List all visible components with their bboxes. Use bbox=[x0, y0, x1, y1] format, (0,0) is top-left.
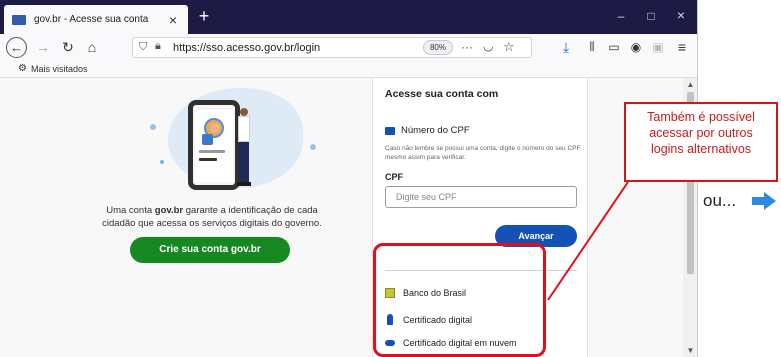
extension-icon[interactable]: ▣ bbox=[650, 39, 666, 55]
panel-title: Acesse sua conta com bbox=[385, 88, 499, 100]
cpf-field-label: CPF bbox=[385, 172, 403, 182]
arrow-right-icon bbox=[752, 192, 776, 210]
callout-line: logins alternativos bbox=[650, 142, 752, 156]
forward-button[interactable]: → bbox=[35, 39, 51, 55]
screenshot-root: gov.br - Acesse sua conta × + – □ × ← → … bbox=[0, 0, 781, 357]
tab-title: gov.br - Acesse sua conta bbox=[34, 14, 149, 25]
person-illustration bbox=[236, 108, 252, 188]
phone-illustration bbox=[188, 100, 240, 190]
screen-line bbox=[199, 158, 217, 161]
sidebar-icon[interactable]: ▭ bbox=[606, 39, 622, 55]
callout-line: acessar por outros bbox=[649, 126, 753, 140]
zoom-indicator[interactable]: 80% bbox=[423, 40, 453, 55]
govbr-description: Uma conta gov.br garante a identificação… bbox=[102, 205, 322, 229]
tab-close-icon[interactable]: × bbox=[166, 12, 180, 28]
bookmark-label: Mais visitados bbox=[30, 63, 88, 74]
scroll-down-icon[interactable]: ▼ bbox=[685, 346, 696, 355]
menu-icon[interactable]: ≡ bbox=[674, 39, 690, 55]
account-icon[interactable]: ◉ bbox=[628, 39, 644, 55]
close-window-button[interactable]: × bbox=[674, 8, 688, 22]
reload-button[interactable]: ↻ bbox=[60, 39, 76, 55]
callout-line: Também é possível bbox=[647, 110, 755, 124]
pocket-icon[interactable]: ◡ bbox=[483, 39, 493, 53]
scroll-up-icon[interactable]: ▲ bbox=[685, 80, 696, 89]
cpf-option-label: Número do CPF bbox=[401, 125, 470, 136]
downloads-icon[interactable]: ⤓ bbox=[558, 39, 574, 55]
maximize-button[interactable]: □ bbox=[644, 9, 658, 23]
home-button[interactable]: ⌂ bbox=[84, 39, 100, 55]
cpf-help-text: Caso não lembre se possui uma conta, dig… bbox=[385, 145, 581, 161]
create-account-button[interactable]: Crie sua conta gov.br bbox=[130, 237, 290, 263]
padlock-icon bbox=[202, 134, 213, 145]
alternative-logins-highlight bbox=[373, 243, 546, 357]
cpf-login-option[interactable]: Número do CPF bbox=[385, 125, 470, 136]
decor-dot bbox=[150, 124, 156, 130]
tab-bar: gov.br - Acesse sua conta × + – □ × bbox=[0, 0, 697, 34]
decor-dot bbox=[310, 144, 316, 150]
lock-icon[interactable]: 🔒︎ bbox=[155, 40, 161, 53]
screen-line bbox=[199, 150, 225, 153]
page-actions-more-icon[interactable]: ··· bbox=[461, 40, 473, 54]
govbr-favicon-icon bbox=[12, 14, 26, 25]
govbr-brand: gov.br bbox=[154, 205, 184, 216]
navigation-toolbar: ← → ↻ ⌂ ⛉ 🔒︎ https://sso.acesso.gov.br/l… bbox=[0, 34, 697, 61]
url-text[interactable]: https://sso.acesso.gov.br/login bbox=[173, 42, 320, 54]
bookmarks-toolbar: ⚙ Mais visitados bbox=[0, 61, 697, 78]
bookmark-star-icon[interactable]: ☆ bbox=[503, 39, 515, 55]
new-tab-button[interactable]: + bbox=[195, 7, 213, 25]
browser-window: gov.br - Acesse sua conta × + – □ × ← → … bbox=[0, 0, 698, 357]
decor-dot bbox=[160, 160, 164, 164]
id-card-icon bbox=[385, 126, 395, 135]
hero-illustration bbox=[150, 86, 320, 198]
library-icon[interactable]: ⫼ bbox=[584, 39, 600, 55]
minimize-button[interactable]: – bbox=[614, 9, 628, 23]
cpf-input[interactable] bbox=[385, 186, 577, 208]
phone-screen bbox=[195, 110, 233, 182]
bookmark-most-visited[interactable]: ⚙ Mais visitados bbox=[18, 63, 88, 74]
url-bar[interactable]: ⛉ 🔒︎ https://sso.acesso.gov.br/login 80%… bbox=[132, 37, 532, 58]
back-button[interactable]: ← bbox=[6, 37, 27, 58]
page-content: Uma conta gov.br garante a identificação… bbox=[0, 78, 697, 357]
browser-tab[interactable]: gov.br - Acesse sua conta × bbox=[4, 5, 188, 34]
gear-icon: ⚙ bbox=[18, 63, 27, 74]
annotation-callout: Também é possível acessar por outros log… bbox=[624, 102, 778, 182]
shield-icon[interactable]: ⛉ bbox=[139, 41, 147, 54]
ou-text: ou... bbox=[703, 191, 737, 210]
